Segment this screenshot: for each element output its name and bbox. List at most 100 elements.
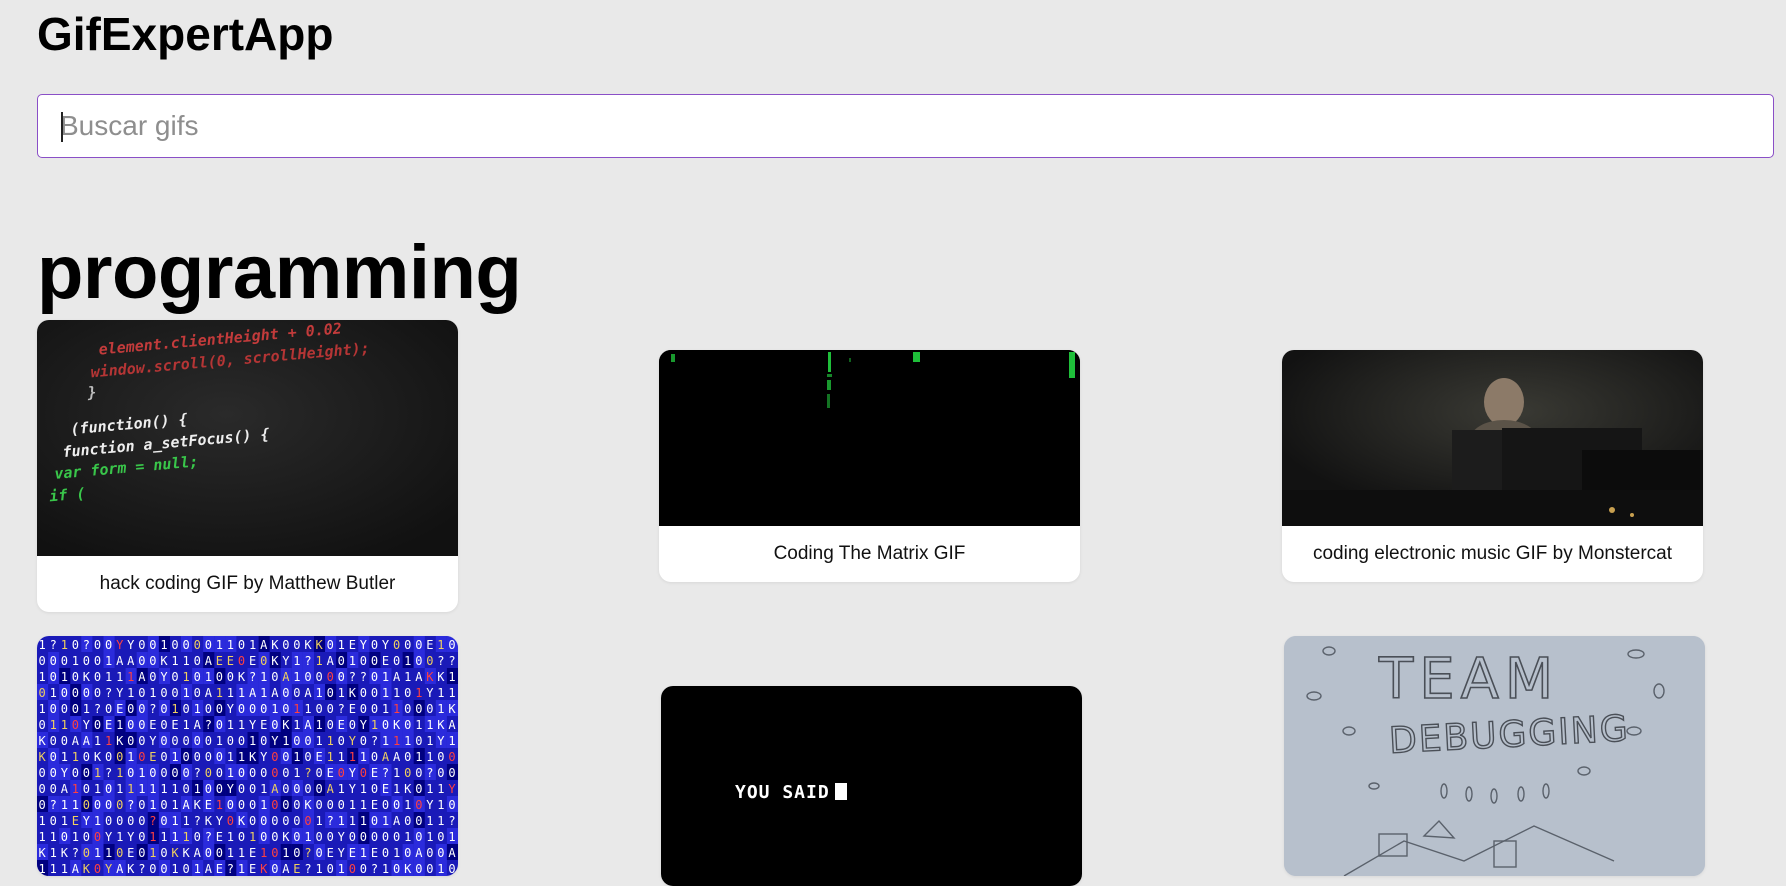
svg-text:0: 0 <box>127 814 134 828</box>
svg-text:1: 1 <box>61 814 68 828</box>
svg-text:0: 0 <box>260 702 267 716</box>
svg-text:Y: Y <box>382 638 390 652</box>
svg-text:Y: Y <box>105 830 113 844</box>
svg-text:0: 0 <box>304 782 311 796</box>
svg-text:0: 0 <box>61 654 68 668</box>
svg-text:0: 0 <box>238 734 245 748</box>
svg-text:1: 1 <box>349 654 356 668</box>
svg-text:0: 0 <box>371 654 378 668</box>
svg-text:E: E <box>426 638 433 652</box>
svg-text:1: 1 <box>338 782 345 796</box>
svg-text:0: 0 <box>371 782 378 796</box>
svg-text:0: 0 <box>138 654 145 668</box>
svg-text:1: 1 <box>149 846 156 860</box>
svg-text:Y: Y <box>83 718 91 732</box>
svg-text:0: 0 <box>293 686 300 700</box>
svg-text:?: ? <box>205 718 212 732</box>
svg-text:0: 0 <box>271 814 278 828</box>
svg-text:0: 0 <box>371 702 378 716</box>
gif-card[interactable]: YOU SAID <box>661 686 1082 886</box>
gif-image <box>1282 350 1703 526</box>
svg-text:0: 0 <box>160 734 167 748</box>
svg-text:0: 0 <box>260 654 267 668</box>
svg-text:0: 0 <box>393 830 400 844</box>
svg-text:E: E <box>327 846 334 860</box>
gif-card[interactable]: Coding The Matrix GIF <box>659 350 1080 582</box>
svg-text:1: 1 <box>426 734 433 748</box>
svg-text:0: 0 <box>293 830 300 844</box>
svg-text:?: ? <box>371 862 378 876</box>
svg-text:0: 0 <box>448 638 455 652</box>
svg-text:?: ? <box>194 766 201 780</box>
svg-text:0: 0 <box>216 846 223 860</box>
svg-text:0: 0 <box>304 750 311 764</box>
svg-text:0: 0 <box>227 670 234 684</box>
svg-text:0: 0 <box>116 750 123 764</box>
svg-text:K: K <box>238 670 246 684</box>
code-line: if ( <box>49 484 87 505</box>
svg-text:0: 0 <box>138 750 145 764</box>
svg-text:0: 0 <box>382 846 389 860</box>
svg-text:0: 0 <box>72 670 79 684</box>
svg-text:1: 1 <box>171 814 178 828</box>
svg-text:0: 0 <box>404 702 411 716</box>
svg-text:1: 1 <box>138 766 145 780</box>
gif-caption: coding electronic music GIF by Monsterca… <box>1312 543 1673 564</box>
svg-text:1: 1 <box>194 782 201 796</box>
svg-text:0: 0 <box>171 670 178 684</box>
svg-text:0: 0 <box>149 862 156 876</box>
svg-text:1: 1 <box>293 654 300 668</box>
svg-text:1: 1 <box>171 798 178 812</box>
svg-text:0: 0 <box>160 718 167 732</box>
gif-card[interactable]: element.clientHeight + 0.02 window.scrol… <box>37 320 458 612</box>
svg-text:0: 0 <box>183 782 190 796</box>
svg-text:0: 0 <box>50 670 57 684</box>
svg-text:K: K <box>127 862 135 876</box>
svg-text:1: 1 <box>216 686 223 700</box>
svg-text:0: 0 <box>183 734 190 748</box>
svg-text:A: A <box>393 814 401 828</box>
svg-text:0: 0 <box>271 830 278 844</box>
gif-card[interactable]: TEAM DEBUGGING <box>1284 636 1705 876</box>
svg-text:0: 0 <box>160 686 167 700</box>
svg-text:1: 1 <box>183 718 190 732</box>
svg-text:1: 1 <box>61 670 68 684</box>
svg-text:?: ? <box>205 830 212 844</box>
svg-text:1: 1 <box>282 846 289 860</box>
svg-text:1: 1 <box>316 686 323 700</box>
svg-text:1: 1 <box>382 862 389 876</box>
svg-text:0: 0 <box>50 734 57 748</box>
svg-text:0: 0 <box>72 638 79 652</box>
gif-card[interactable]: 1? 1 0? 0 0 Y Y 0 0 1 0 0 0 0 1 1 0 1 A K 0 0 K K 0 1 E Y 0 Y 0 0 0 E 1 0 0 0… <box>37 636 458 876</box>
svg-text:0: 0 <box>160 798 167 812</box>
svg-text:1: 1 <box>304 702 311 716</box>
svg-text:0: 0 <box>393 798 400 812</box>
svg-text:0: 0 <box>183 862 190 876</box>
svg-text:0: 0 <box>138 734 145 748</box>
svg-text:0: 0 <box>83 766 90 780</box>
svg-text:1: 1 <box>72 798 79 812</box>
svg-text:1: 1 <box>94 814 101 828</box>
svg-text:1: 1 <box>448 830 455 844</box>
search-input[interactable] <box>37 94 1774 158</box>
svg-text:K: K <box>160 654 168 668</box>
svg-text:0: 0 <box>61 686 68 700</box>
svg-text:1: 1 <box>105 846 112 860</box>
svg-text:1: 1 <box>50 830 57 844</box>
svg-text:E: E <box>149 718 156 732</box>
svg-text:0: 0 <box>349 830 356 844</box>
svg-text:1: 1 <box>260 798 267 812</box>
svg-text:0: 0 <box>171 638 178 652</box>
svg-text:0: 0 <box>282 702 289 716</box>
gif-card[interactable]: coding electronic music GIF by Monsterca… <box>1282 350 1703 582</box>
svg-text:0: 0 <box>271 846 278 860</box>
svg-text:K: K <box>260 862 268 876</box>
svg-text:1: 1 <box>171 654 178 668</box>
svg-text:0: 0 <box>415 702 422 716</box>
svg-text:1: 1 <box>360 798 367 812</box>
svg-text:1: 1 <box>94 782 101 796</box>
svg-text:1: 1 <box>338 862 345 876</box>
svg-text:1: 1 <box>404 670 411 684</box>
svg-text:0: 0 <box>338 798 345 812</box>
gif-image: TEAM DEBUGGING <box>1284 636 1705 876</box>
